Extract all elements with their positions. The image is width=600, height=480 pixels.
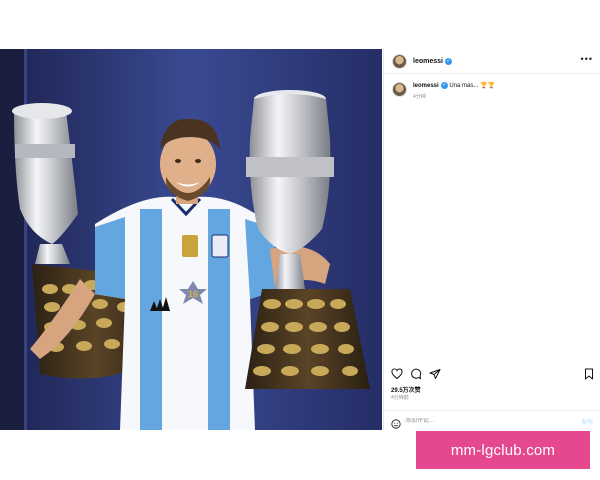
post-header: leomessi ✓ ••• (384, 49, 600, 74)
caption-verified-badge-icon: ✓ (440, 82, 448, 89)
post-photo[interactable]: 16 (0, 49, 382, 430)
post-sidebar: leomessi ✓ ••• leomessi ✓ Una más... 🏆🏆 4… (383, 49, 600, 430)
more-horizontal-icon[interactable]: ••• (581, 54, 593, 64)
watermark-banner: mm-lgclub.com (416, 431, 590, 469)
avatar[interactable] (392, 53, 407, 69)
action-bar (384, 367, 600, 381)
post-username[interactable]: leomessi (413, 58, 443, 65)
caption-avatar[interactable] (392, 82, 407, 97)
heart-icon[interactable] (391, 368, 403, 380)
emoji-smile-icon[interactable] (391, 416, 401, 429)
caption-text: Una más... (449, 83, 481, 90)
caption-time: 4分钟 (413, 94, 426, 101)
verified-badge-icon: ✓ (444, 57, 452, 65)
post-comment-button[interactable]: 发布 (581, 417, 593, 426)
post-time: 4分钟前 (391, 395, 409, 401)
send-icon[interactable] (429, 368, 441, 380)
trophy-emoji: 🏆🏆 (480, 83, 495, 90)
jersey-number: 16 (188, 289, 198, 299)
likes-count[interactable]: 29.5万次赞 (391, 385, 421, 394)
comment-icon[interactable] (410, 368, 422, 380)
caption: leomessi ✓ Una más... 🏆🏆 4分钟 (384, 74, 600, 102)
add-comment-bar: 发布 (384, 410, 600, 431)
comment-input[interactable] (405, 418, 555, 424)
instagram-post: 16 leomessi ✓ ••• leomessi ✓ Una más... … (0, 49, 600, 430)
photo-illustration: 16 (0, 49, 382, 430)
caption-username[interactable]: leomessi (413, 83, 439, 89)
caption-body: leomessi ✓ Una más... 🏆🏆 4分钟 (413, 82, 495, 102)
bookmark-icon[interactable] (583, 368, 595, 380)
